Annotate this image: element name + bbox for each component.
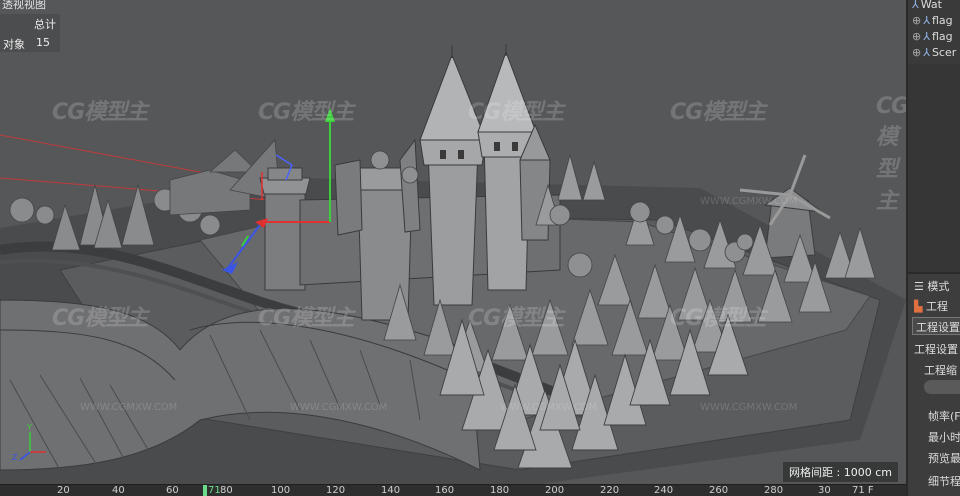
tick-label: 40	[112, 485, 125, 496]
tick-label: 100	[271, 485, 291, 496]
hud-panel: 总计 对象 15	[0, 14, 60, 52]
3d-viewport[interactable]: Y Z CG模型主 CG模型主 CG模型主 CG模型主 CG模型主 CG模型主 …	[0, 0, 906, 484]
watermark: CG模型主	[468, 306, 564, 331]
watermark: CG模型主	[876, 94, 906, 214]
watermark: CG模型主	[670, 306, 766, 331]
svg-text:Y: Y	[26, 423, 32, 432]
tick-label: 160	[435, 485, 455, 496]
watermark: CG模型主	[468, 100, 564, 125]
project-icon: ▙	[914, 300, 926, 313]
svg-text:Z: Z	[12, 453, 18, 462]
attr-section-title: 工程设置	[914, 343, 958, 356]
watermark: CG模型主	[258, 306, 354, 331]
watermark: CG模型主	[52, 100, 148, 125]
grid-spacing-readout: 网格间距 : 1000 cm	[783, 462, 898, 482]
tick-label: 220	[600, 485, 620, 496]
object-item-water[interactable]: ⅄ Wat	[912, 0, 942, 14]
tick-label: 120	[326, 485, 346, 496]
right-panel: ⅄ Wat ⊕ ⅄ flag ⊕ ⅄ flag ⊕ ⅄ Scer ☰ 模式 ▙ 工程 工程设置…	[906, 0, 960, 496]
tick-label: 80	[220, 485, 233, 496]
menu-icon: ☰	[914, 280, 928, 293]
tick-label: 140	[381, 485, 401, 496]
null-object-icon: ⅄	[923, 14, 930, 27]
tick-label: 260	[709, 485, 729, 496]
object-manager-empty-area[interactable]	[908, 64, 960, 274]
attr-min-time-label: 最小时	[928, 431, 960, 444]
tick-label: 60	[166, 485, 179, 496]
attr-menu-mode[interactable]: ☰ 模式	[914, 278, 949, 294]
attr-preview-label: 预览最	[928, 452, 960, 465]
tab-project-settings-label[interactable]: 工程设置	[916, 319, 960, 335]
null-object-icon: ⅄	[923, 46, 930, 59]
expand-icon[interactable]: ⊕	[912, 46, 921, 59]
object-item-scene[interactable]: ⊕ ⅄ Scer	[912, 46, 956, 62]
watermark: CG模型主	[258, 100, 354, 125]
hud-objects-label: 对象	[3, 38, 25, 51]
attr-project-scale-label: 工程缩	[924, 364, 957, 377]
project-scale-field[interactable]	[924, 380, 960, 394]
watermark: CG模型主	[52, 306, 148, 331]
null-object-icon: ⅄	[912, 0, 919, 11]
current-frame: 71	[208, 485, 221, 496]
attr-fps-label: 帧率(F	[928, 410, 960, 423]
watermark-url: WWW.CGMXW.COM	[80, 402, 178, 413]
tick-label: 20	[57, 485, 70, 496]
viewport-title[interactable]: 透视视图	[2, 0, 46, 12]
timeline-ruler[interactable]: 20 40 60 71 80 100 120 140 160 180 200 2…	[0, 484, 906, 496]
null-object-icon: ⅄	[923, 30, 930, 43]
tick-label: 280	[764, 485, 784, 496]
attr-project-header: ▙ 工程	[914, 300, 948, 313]
watermark-url: WWW.CGMXW.COM	[290, 402, 388, 413]
watermark-url: WWW.CGMXW.COM	[500, 402, 598, 413]
playhead[interactable]	[203, 485, 207, 496]
tick-label: 200	[545, 485, 565, 496]
object-item-flag[interactable]: ⊕ ⅄ flag	[912, 30, 953, 46]
tick-label: 240	[654, 485, 674, 496]
hud-objects-value: 15	[36, 36, 50, 49]
expand-icon[interactable]: ⊕	[912, 14, 921, 27]
watermark-url: WWW.CGMXW.COM	[700, 196, 798, 207]
attr-detail-label: 细节程	[928, 475, 960, 488]
tick-label: 30	[818, 485, 831, 496]
tick-label: 180	[490, 485, 510, 496]
watermark-url: WWW.CGMXW.COM	[700, 402, 798, 413]
frame-readout: 71 F	[852, 485, 874, 496]
watermark: CG模型主	[670, 100, 766, 125]
hud-total-label: 总计	[34, 18, 56, 31]
object-item-flag[interactable]: ⊕ ⅄ flag	[912, 14, 953, 30]
expand-icon[interactable]: ⊕	[912, 30, 921, 43]
